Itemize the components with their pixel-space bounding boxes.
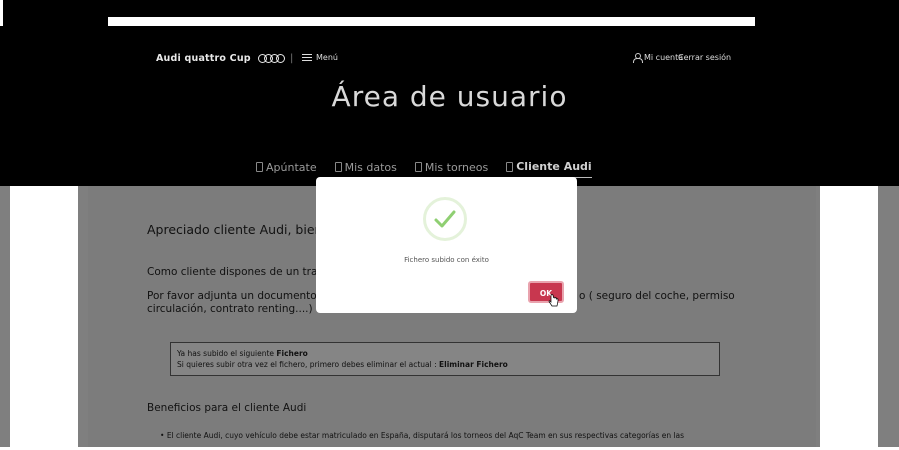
notice-file-label: Fichero	[276, 349, 308, 358]
success-dialog: Fichero subido con éxito OK	[316, 177, 577, 313]
flag-icon	[414, 162, 422, 172]
tab-label: Cliente Audi	[516, 160, 592, 173]
flag-icon	[256, 162, 263, 172]
tab-label: Apúntate	[266, 160, 317, 174]
uploaded-file-notice: Ya has subido el siguiente Fichero Si qu…	[170, 342, 720, 376]
tab-label: Mis datos	[344, 160, 397, 174]
greeting-heading: Apreciado cliente Audi, bien	[147, 222, 323, 237]
hand-cursor-icon	[548, 294, 559, 307]
menu-label: Menú	[316, 53, 338, 62]
tab-mis-datos[interactable]: Mis datos	[334, 160, 397, 178]
upload-instructions-tail: o ( seguro del coche, permiso	[579, 290, 735, 302]
benefit-item: • El cliente Audi, cuyo vehículo debe es…	[160, 431, 685, 440]
benefits-heading: Beneficios para el cliente Audi	[147, 402, 307, 414]
account-link[interactable]: Mi cuenta	[633, 53, 683, 63]
notice-text: Ya has subido el siguiente	[177, 349, 277, 358]
dialog-message: Fichero subido con éxito	[404, 256, 489, 264]
right-margin	[820, 186, 878, 447]
brand-logo[interactable]: Audi quattro Cup	[156, 53, 285, 64]
user-icon	[633, 53, 643, 63]
delete-file-link[interactable]: Eliminar Fichero	[439, 360, 508, 369]
tab-cliente-audi[interactable]: Cliente Audi	[506, 160, 592, 178]
menu-button[interactable]: Menú	[302, 53, 338, 62]
check-icon	[434, 210, 456, 228]
header-separator: |	[290, 53, 294, 64]
hamburger-icon	[302, 54, 312, 61]
page-title: Área de usuario	[331, 80, 568, 113]
benefit-text: El cliente Audi, cuyo vehículo debe esta…	[166, 431, 685, 440]
intro-paragraph: Como cliente dispones de un trat	[147, 266, 322, 278]
left-margin	[10, 186, 78, 447]
browser-top-strip	[108, 17, 755, 26]
tab-label: Mis torneos	[424, 160, 489, 174]
logout-link[interactable]: Cerrar sesión	[678, 53, 731, 62]
tab-apuntate[interactable]: Apúntate	[256, 160, 317, 178]
user-icon	[506, 161, 514, 172]
user-tabs: Apúntate Mis datos Mis torneos Cliente A…	[256, 160, 592, 178]
check-circle	[423, 197, 467, 241]
brand-name: Audi quattro Cup	[156, 53, 251, 64]
user-icon	[334, 162, 342, 172]
audi-rings-icon	[257, 54, 285, 63]
notice-text: Si quieres subir otra vez el fichero, pr…	[177, 360, 440, 369]
tab-mis-torneos[interactable]: Mis torneos	[414, 160, 489, 178]
